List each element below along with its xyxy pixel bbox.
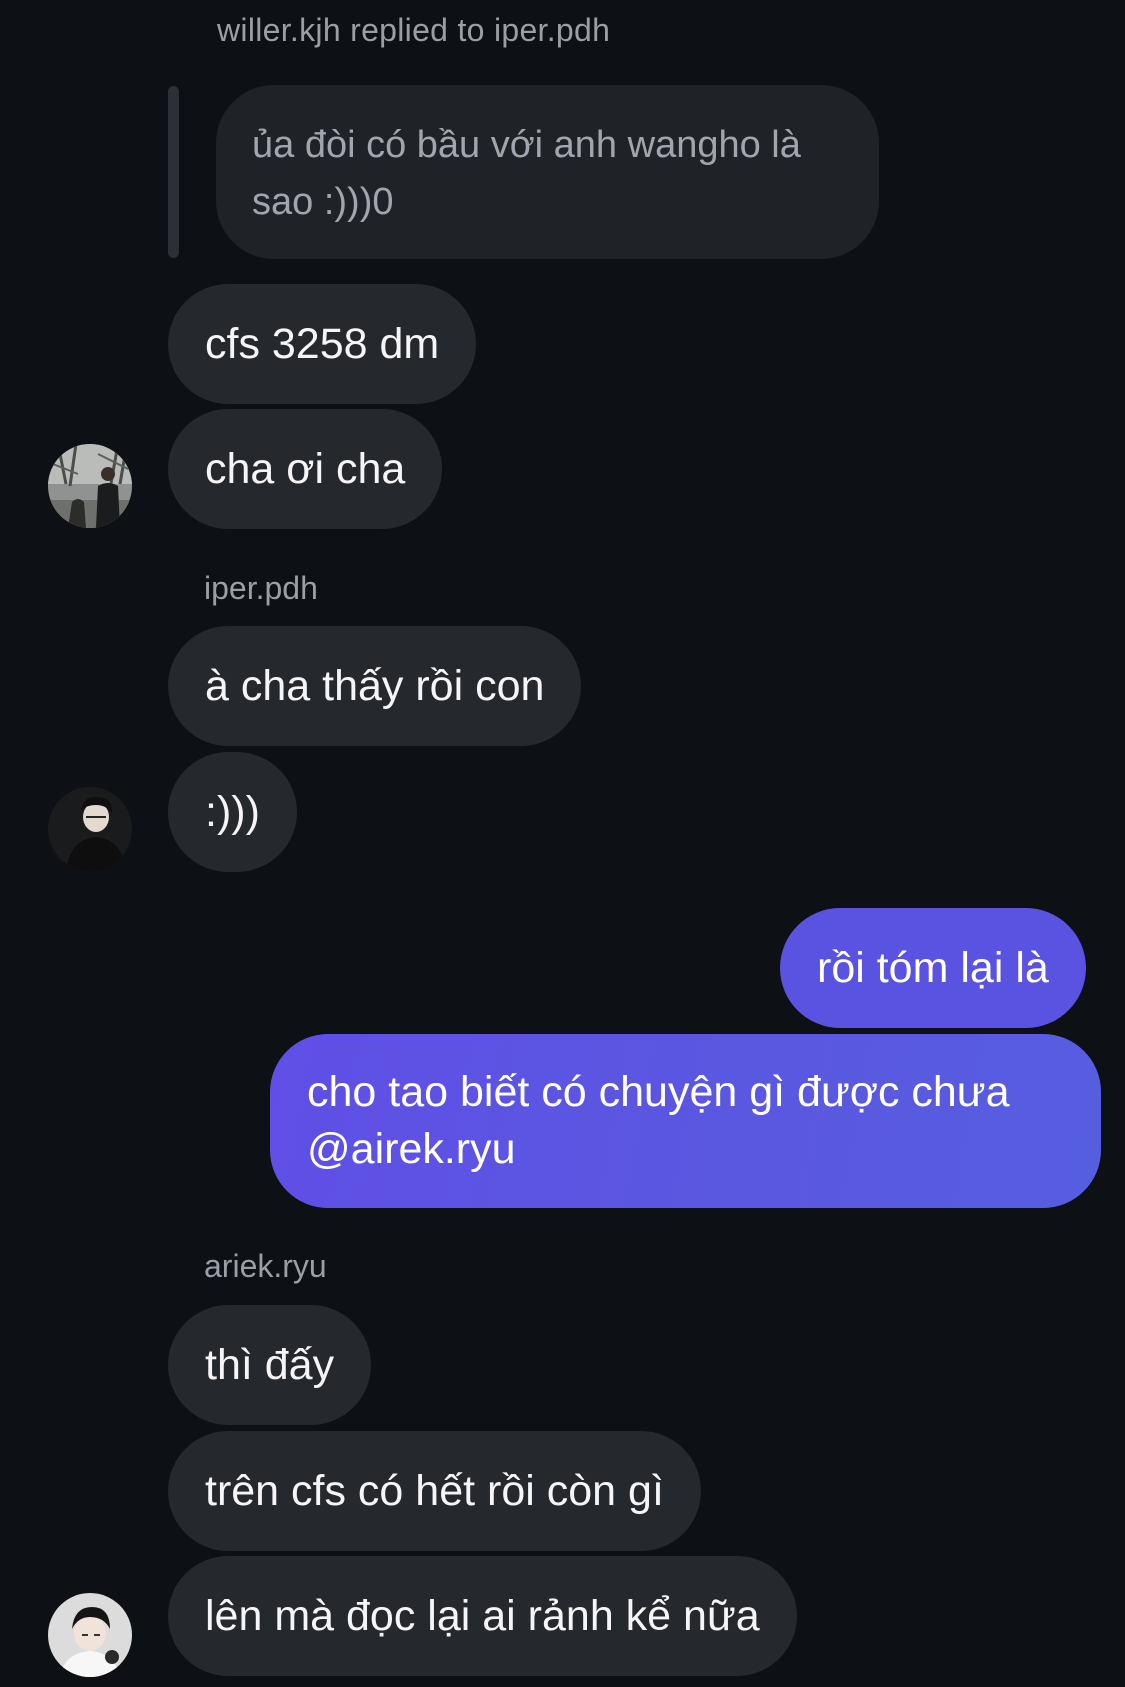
message-bubble-outgoing[interactable]: cho tao biết có chuyện gì được chưa @air… (270, 1034, 1101, 1208)
sender-name-iper: iper.pdh (204, 570, 318, 606)
quoted-message-bubble[interactable]: ủa đòi có bầu với anh wangho là sao :)))… (216, 85, 879, 259)
message-bubble-incoming[interactable]: :))) (168, 752, 297, 872)
sender-name-ariek: ariek.ryu (204, 1248, 327, 1284)
reply-quote-bar (168, 86, 179, 258)
avatar-photo-icon (48, 1593, 132, 1677)
message-bubble-outgoing[interactable]: rồi tóm lại là (780, 908, 1086, 1028)
avatar-photo-icon (48, 787, 132, 871)
message-bubble-incoming[interactable]: cfs 3258 dm (168, 284, 477, 404)
message-bubble-incoming[interactable]: lên mà đọc lại ai rảnh kể nữa (168, 1556, 797, 1676)
message-bubble-incoming[interactable]: thì đấy (168, 1305, 372, 1425)
reply-context-header: willer.kjh replied to iper.pdh (217, 12, 611, 48)
avatar-iper[interactable] (48, 787, 132, 871)
avatar-willer[interactable] (48, 444, 132, 528)
message-bubble-incoming[interactable]: cha ơi cha (168, 409, 443, 529)
message-bubble-incoming[interactable]: à cha thấy rồi con (168, 626, 582, 746)
message-bubble-incoming[interactable]: trên cfs có hết rồi còn gì (168, 1431, 701, 1551)
avatar-ariek[interactable] (48, 1593, 132, 1677)
avatar-photo-icon (48, 444, 132, 528)
